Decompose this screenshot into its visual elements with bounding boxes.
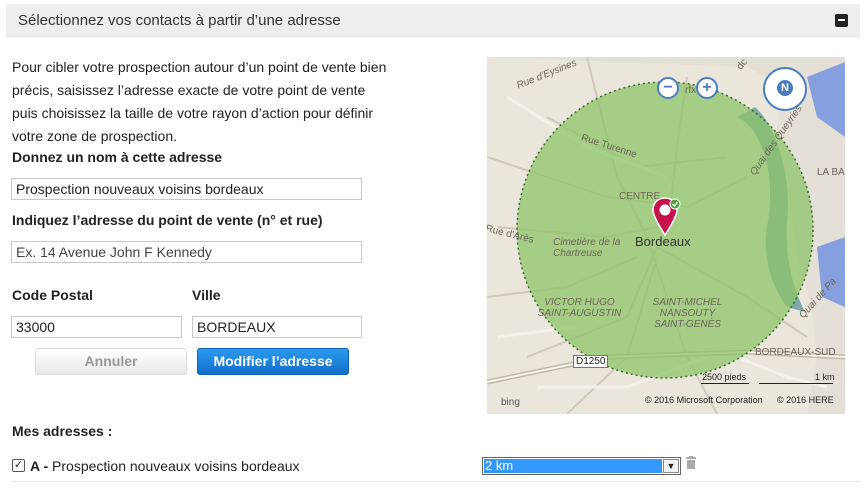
chevron-down-icon[interactable]: ▼ [663, 459, 679, 473]
compass-north-label: N [777, 80, 793, 96]
radius-select[interactable]: 2 km ▼ [482, 457, 681, 475]
map-district-label: LA BAS [817, 167, 845, 178]
address-row: ✓ A - Prospection nouveaux voisins borde… [12, 456, 860, 482]
panel-header: Sélectionnez vos contacts à partir d’une… [6, 4, 860, 37]
map[interactable]: − + N Rue d'Eysines rfx dc Rue Turenne C… [487, 57, 845, 414]
address-label: Indiquez l’adresse du point de vente (n°… [12, 212, 323, 228]
address-input[interactable] [11, 241, 362, 263]
intro-text: Pour cibler votre prospection autour d’u… [12, 59, 387, 144]
city-input[interactable] [192, 316, 362, 338]
scale-km: 1 km [815, 372, 835, 382]
map-district-label: VICTOR HUGO SAINT-AUGUSTIN [537, 297, 622, 319]
map-city-label: Bordeaux [635, 234, 691, 249]
postal-code-input[interactable] [11, 316, 182, 338]
trash-icon[interactable] [686, 456, 696, 469]
panel-title: Sélectionnez vos contacts à partir d’une… [18, 12, 341, 29]
name-label: Donnez un nom à cette adresse [12, 149, 223, 165]
scale-bar [701, 383, 749, 384]
update-address-button[interactable]: Modifier l’adresse [197, 348, 349, 375]
address-name-input[interactable] [11, 178, 362, 200]
address-letter: A - [30, 458, 49, 474]
zoom-in-icon[interactable]: + [696, 77, 718, 99]
address-entry: A - Prospection nouveaux voisins bordeau… [30, 458, 300, 474]
address-checkbox[interactable]: ✓ [12, 459, 25, 472]
radius-value: 2 km [484, 459, 662, 473]
map-poi-label: Cimetière de la Chartreuse [553, 237, 621, 259]
map-district-label: BORDEAUX-SUD [755, 347, 836, 358]
collapse-icon[interactable] [835, 14, 848, 27]
cancel-button[interactable]: Annuler [35, 348, 187, 375]
copyright-microsoft: © 2016 Microsoft Corporation [645, 395, 763, 405]
compass-icon[interactable]: N [763, 67, 807, 111]
postal-code-label: Code Postal [12, 287, 93, 303]
zoom-out-icon[interactable]: − [657, 77, 679, 99]
map-district-label: CENTRE [619, 191, 661, 202]
bing-logo: bing [501, 397, 520, 408]
map-street-label: rfx [685, 85, 697, 96]
addresses-title: Mes adresses : [12, 423, 113, 439]
copyright-here: © 2016 HERE [777, 395, 834, 405]
city-label: Ville [192, 287, 221, 303]
map-district-label: SAINT-MICHEL NANSOUTY SAINT-GENÈS [652, 297, 723, 330]
road-shield: D1250 [573, 355, 609, 368]
scale-bar [759, 383, 833, 384]
address-name: Prospection nouveaux voisins bordeaux [52, 458, 300, 474]
scale-feet: 2500 pieds [702, 372, 747, 382]
